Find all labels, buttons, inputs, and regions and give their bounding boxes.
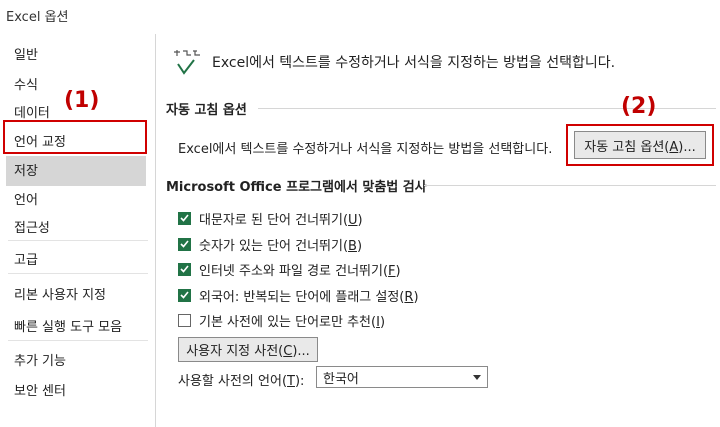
checkbox-checked-icon[interactable] (178, 237, 191, 251)
sidebar-item-trust-center[interactable]: 보안 센터 (14, 380, 66, 399)
sidebar-item-data[interactable]: 데이터 (14, 102, 50, 121)
sidebar-separator (8, 273, 148, 274)
annotation-box-1 (3, 120, 147, 154)
option-ignore-uppercase[interactable]: 대문자로 된 단어 건너뛰기(U) (178, 209, 363, 228)
option-main-dictionary-only[interactable]: 기본 사전에 있는 단어로만 추천(I) (178, 311, 386, 330)
dictionary-language-select[interactable]: 한국어 (316, 366, 488, 388)
spelling-section-title: Microsoft Office 프로그램에서 맞춤법 검사 (166, 180, 427, 195)
sidebar-item-language[interactable]: 언어 (14, 189, 38, 208)
sidebar-item-advanced[interactable]: 고급 (14, 249, 38, 268)
autocorrect-options-button[interactable]: 자동 고침 옵션(A)... (574, 131, 706, 159)
sidebar-item-formulas[interactable]: 수식 (14, 74, 38, 93)
dictionary-language-label: 사용할 사전의 언어(T): (178, 374, 305, 389)
sidebar-item-general[interactable]: 일반 (14, 44, 38, 63)
section-divider (424, 185, 716, 186)
annotation-label-2: (2) (621, 94, 657, 119)
custom-dictionaries-button[interactable]: 사용자 지정 사전(C)... (178, 337, 318, 362)
checkbox-checked-icon[interactable] (178, 262, 191, 276)
sidebar-separator (8, 240, 148, 241)
autocorrect-description: Excel에서 텍스트를 수정하거나 서식을 지정하는 방법을 선택합니다. (178, 142, 553, 157)
option-label: 외국어: 반복되는 단어에 플래그 설정(R) (199, 289, 419, 305)
sidebar-divider (155, 34, 156, 427)
option-label: 대문자로 된 단어 건너뛰기(U) (199, 212, 363, 228)
option-flag-repeated-words[interactable]: 외국어: 반복되는 단어에 플래그 설정(R) (178, 286, 419, 305)
sidebar-item-quick-access-toolbar[interactable]: 빠른 실행 도구 모음 (14, 316, 122, 335)
sidebar-separator (8, 340, 148, 341)
proofing-check-icon (172, 48, 206, 82)
page-header-text: Excel에서 텍스트를 수정하거나 서식을 지정하는 방법을 선택합니다. (212, 55, 616, 71)
annotation-label-1: (1) (64, 88, 100, 113)
sidebar-item-save[interactable]: 저장 (14, 160, 38, 179)
sidebar-item-add-ins[interactable]: 추가 기능 (14, 350, 66, 369)
sidebar-item-accessibility[interactable]: 접근성 (14, 217, 50, 236)
option-ignore-internet-paths[interactable]: 인터넷 주소와 파일 경로 건너뛰기(F) (178, 260, 401, 279)
autocorrect-options-label: 자동 고침 옵션(A)... (584, 139, 696, 155)
chevron-down-icon (473, 375, 481, 380)
checkbox-checked-icon[interactable] (178, 211, 191, 225)
option-label: 인터넷 주소와 파일 경로 건너뛰기(F) (199, 263, 401, 279)
custom-dictionaries-label: 사용자 지정 사전(C)... (186, 344, 310, 359)
autocorrect-section-title: 자동 고침 옵션 (166, 103, 247, 118)
checkbox-checked-icon[interactable] (178, 288, 191, 302)
dictionary-language-value: 한국어 (323, 371, 359, 387)
option-label: 숫자가 있는 단어 건너뛰기(B) (199, 238, 363, 254)
option-ignore-numbers[interactable]: 숫자가 있는 단어 건너뛰기(B) (178, 235, 363, 254)
option-label: 기본 사전에 있는 단어로만 추천(I) (199, 314, 386, 330)
sidebar-item-customize-ribbon[interactable]: 리본 사용자 지정 (14, 284, 106, 303)
checkbox-unchecked-icon[interactable] (178, 313, 191, 327)
window-title: Excel 옵션 (6, 10, 69, 25)
